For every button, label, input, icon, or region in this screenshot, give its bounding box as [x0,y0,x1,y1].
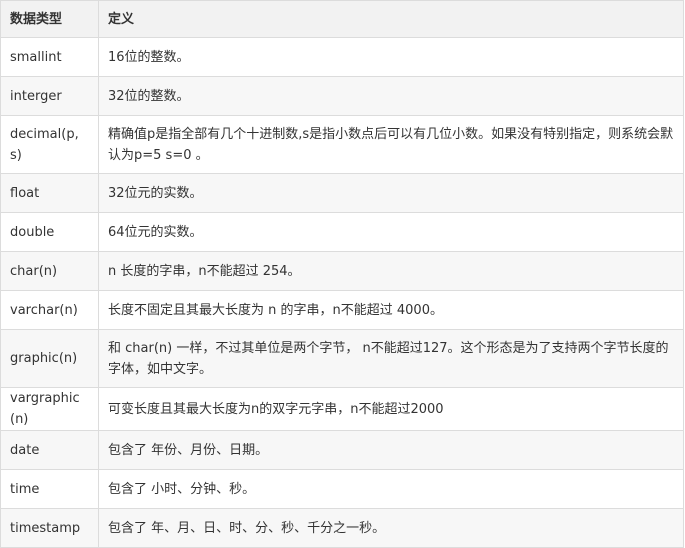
table-row: decimal(p,s) 精确值p是指全部有几个十进制数,s是指小数点后可以有几… [0,115,684,174]
definition-cell: 包含了 年份、月份、日期。 [98,430,684,470]
table-row: timestamp 包含了 年、月、日、时、分、秒、千分之一秒。 [0,508,684,548]
table-row: char(n) n 长度的字串，n不能超过 254。 [0,251,684,291]
table-row: vargraphic(n) 可变长度且其最大长度为n的双字元字串，n不能超过20… [0,387,684,431]
header-data-type: 数据类型 [0,0,99,38]
table-row: graphic(n) 和 char(n) 一样，不过其单位是两个字节， n不能超… [0,329,684,388]
type-cell: interger [0,76,99,116]
header-definition: 定义 [98,0,684,38]
table-row: interger 32位的整数。 [0,76,684,116]
definition-cell: 包含了 年、月、日、时、分、秒、千分之一秒。 [98,508,684,548]
type-cell: char(n) [0,251,99,291]
definition-cell: 32位元的实数。 [98,173,684,213]
type-cell: varchar(n) [0,290,99,330]
definition-cell: n 长度的字串，n不能超过 254。 [98,251,684,291]
table-row: double 64位元的实数。 [0,212,684,252]
definition-cell: 可变长度且其最大长度为n的双字元字串，n不能超过2000 [98,387,684,431]
type-cell: time [0,469,99,509]
type-cell: double [0,212,99,252]
definition-cell: 16位的整数。 [98,37,684,77]
definition-cell: 长度不固定且其最大长度为 n 的字串，n不能超过 4000。 [98,290,684,330]
definition-cell: 32位的整数。 [98,76,684,116]
definition-cell: 精确值p是指全部有几个十进制数,s是指小数点后可以有几位小数。如果没有特别指定，… [98,115,684,174]
data-types-table: 数据类型 定义 smallint 16位的整数。 interger 32位的整数… [0,0,684,548]
type-cell: smallint [0,37,99,77]
table-row: varchar(n) 长度不固定且其最大长度为 n 的字串，n不能超过 4000… [0,290,684,330]
type-cell: timestamp [0,508,99,548]
definition-cell: 包含了 小时、分钟、秒。 [98,469,684,509]
table-header-row: 数据类型 定义 [0,0,684,38]
definition-cell: 和 char(n) 一样，不过其单位是两个字节， n不能超过127。这个形态是为… [98,329,684,388]
table-row: float 32位元的实数。 [0,173,684,213]
type-cell: vargraphic(n) [0,387,99,431]
type-cell: decimal(p,s) [0,115,99,174]
definition-cell: 64位元的实数。 [98,212,684,252]
table-row: date 包含了 年份、月份、日期。 [0,430,684,470]
table-row: smallint 16位的整数。 [0,37,684,77]
table-row: time 包含了 小时、分钟、秒。 [0,469,684,509]
type-cell: float [0,173,99,213]
type-cell: graphic(n) [0,329,99,388]
type-cell: date [0,430,99,470]
